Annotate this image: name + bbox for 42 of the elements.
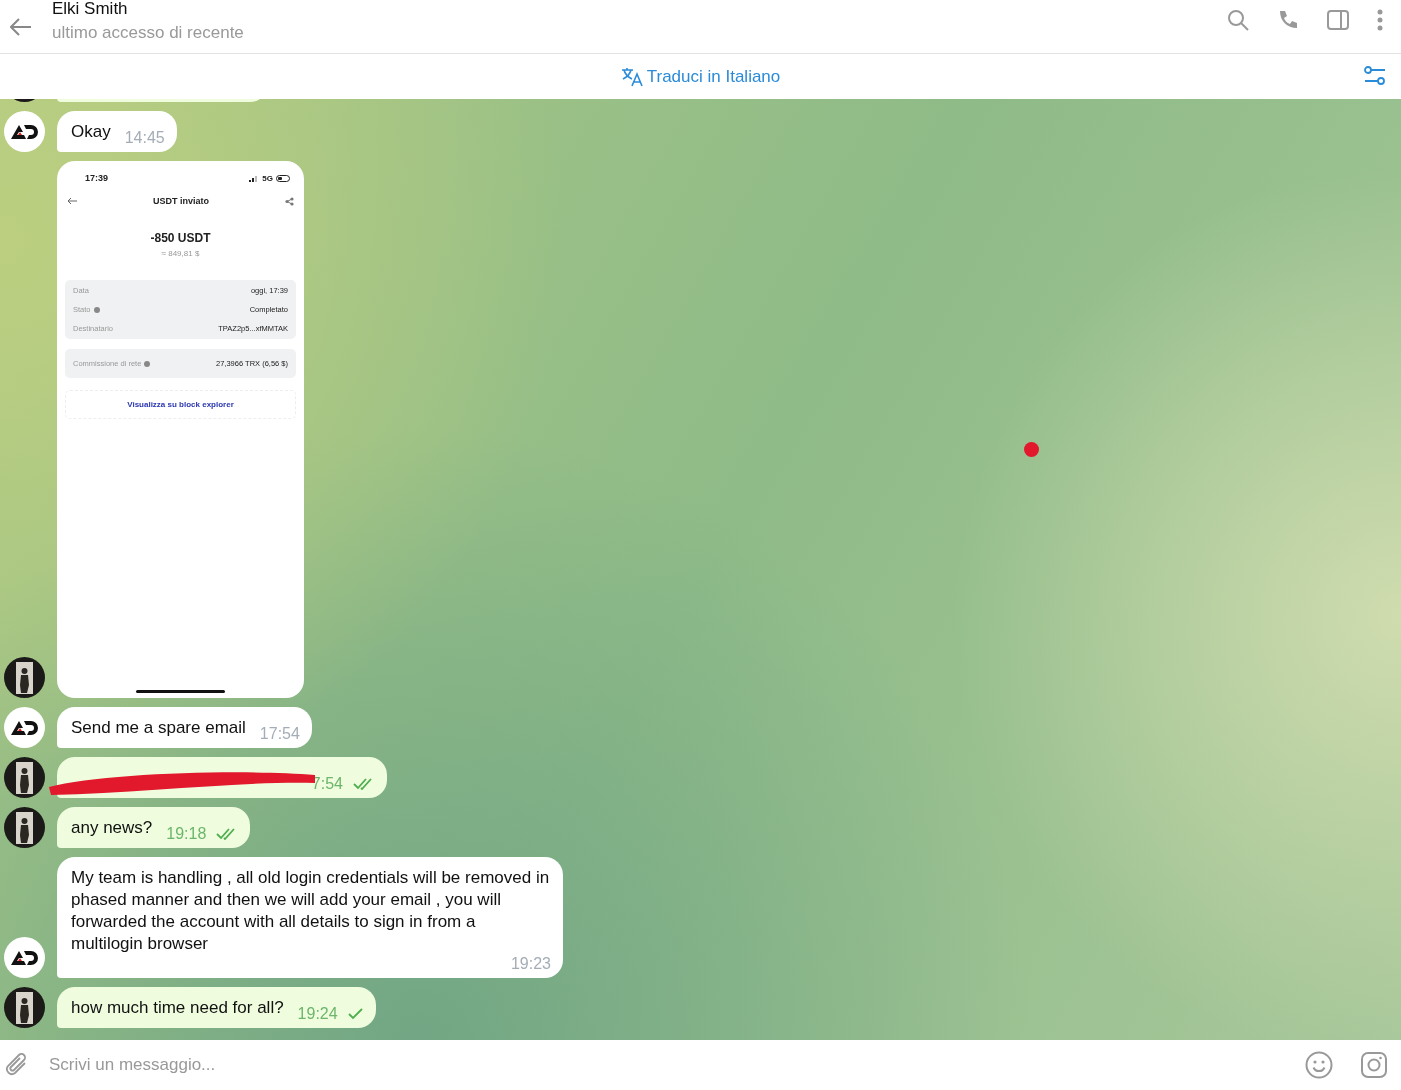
back-icon[interactable]	[10, 17, 32, 36]
logo-avatar-icon	[4, 111, 45, 152]
avatar-icon	[4, 657, 45, 698]
logo-avatar-icon	[4, 937, 45, 978]
message-time: 19:18	[166, 825, 207, 843]
avatar-icon	[4, 757, 45, 798]
camera-icon[interactable]	[1361, 1052, 1387, 1078]
signal-icon	[249, 174, 260, 182]
message-time: 19:23	[510, 955, 551, 973]
message-text: any news?	[71, 817, 153, 839]
translate-icon	[620, 66, 643, 87]
message-text: how much time need for all?	[71, 997, 284, 1019]
message-text: My team is handling , all old login credentials will be removed in phased manner and then we will add your email , you will forwarded the account with all details to sign in from a multilogin browser	[71, 867, 551, 955]
fiat-amount: ≈ 849,81 $	[161, 249, 200, 258]
battery-icon	[276, 174, 292, 182]
avatar-icon	[4, 987, 45, 1028]
message-time: 17:54	[259, 725, 300, 743]
sidebar-toggle-icon[interactable]	[1327, 9, 1349, 30]
contact-status: ultimo accesso di recente	[52, 22, 244, 43]
search-icon[interactable]	[1227, 8, 1249, 31]
more-icon[interactable]	[1377, 8, 1383, 31]
screen-title: USDT inviato	[153, 196, 209, 206]
network-label: 5G	[262, 173, 273, 183]
message-time: 14:45	[124, 129, 165, 147]
translate-button[interactable]: Traduci in Italiano	[620, 66, 781, 87]
message-time: 19:24	[297, 1005, 338, 1023]
filter-icon[interactable]	[1364, 66, 1386, 86]
back-icon	[67, 197, 77, 205]
explorer-link: Visualizza su block explorer	[65, 390, 296, 419]
logo-avatar-icon	[4, 707, 45, 748]
attach-icon[interactable]	[5, 1052, 29, 1078]
phone-icon[interactable]	[1277, 8, 1299, 31]
amount: -850 USDT	[150, 231, 211, 245]
message-time: 7:54	[311, 775, 343, 793]
emoji-icon[interactable]	[1305, 1051, 1333, 1079]
phone-clock: 17:39	[85, 173, 109, 183]
contact-name: Elki Smith	[52, 0, 129, 19]
message-text: Okay	[71, 121, 111, 143]
message-text: Send me a spare email	[71, 717, 246, 739]
avatar-icon	[4, 807, 45, 848]
marker-dot	[1024, 442, 1039, 457]
share-icon	[285, 196, 294, 206]
